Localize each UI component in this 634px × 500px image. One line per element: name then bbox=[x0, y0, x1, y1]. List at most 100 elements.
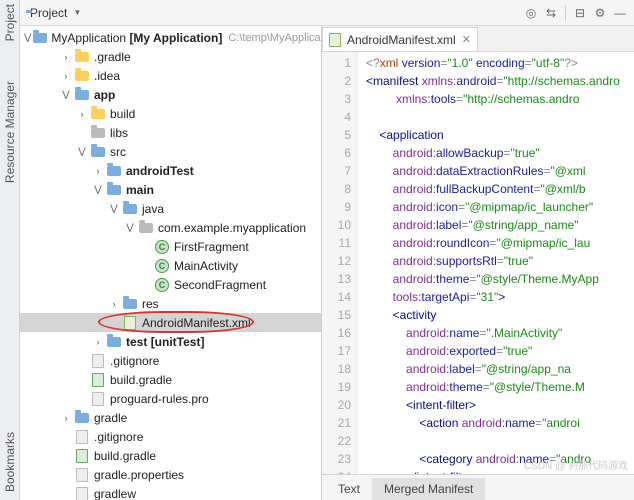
chevron-icon[interactable]: ⋁ bbox=[124, 222, 136, 234]
tree-label: proguard-rules.pro bbox=[110, 392, 209, 406]
tree-node[interactable]: gradle.properties bbox=[20, 465, 321, 484]
tree-node[interactable]: ›gradle bbox=[20, 408, 321, 427]
editor-panel: AndroidManifest.xml ✕ 123456789101112131… bbox=[322, 26, 634, 500]
tree-node[interactable]: build.gradle bbox=[20, 370, 321, 389]
tree-node[interactable]: › build bbox=[20, 104, 321, 123]
tree-node[interactable]: libs bbox=[20, 123, 321, 142]
tree-label: SecondFragment bbox=[174, 278, 266, 292]
close-icon[interactable]: ✕ bbox=[462, 33, 471, 46]
tree-node[interactable]: C FirstFragment bbox=[20, 237, 321, 256]
file-icon bbox=[74, 486, 90, 500]
tree-node[interactable]: › .idea bbox=[20, 66, 321, 85]
tree-label: build.gradle bbox=[110, 373, 172, 387]
rail-resource-manager[interactable]: Resource Manager bbox=[3, 81, 17, 183]
tree-root[interactable]: ⋁MyApplication [My Application]C:\temp\M… bbox=[20, 28, 321, 47]
chevron-icon[interactable]: › bbox=[76, 108, 88, 120]
folder-icon bbox=[106, 334, 122, 350]
tree-label: .idea bbox=[94, 69, 120, 83]
chevron-icon bbox=[76, 355, 88, 367]
chevron-icon[interactable]: ⋁ bbox=[76, 146, 88, 158]
tree-node[interactable]: AndroidManifest.xml bbox=[20, 313, 321, 332]
tree-label: libs bbox=[110, 126, 128, 140]
chevron-icon[interactable]: ⋁ bbox=[92, 184, 104, 196]
tree-node[interactable]: build.gradle bbox=[20, 446, 321, 465]
rail-project[interactable]: Project bbox=[3, 4, 17, 41]
tree-node[interactable]: ⋁ com.example.myapplication bbox=[20, 218, 321, 237]
bottom-tab-text[interactable]: Text bbox=[326, 478, 372, 500]
tree-label: build bbox=[110, 107, 135, 121]
tree-label: gradle.properties bbox=[94, 468, 184, 482]
tree-node[interactable]: ⋁ main bbox=[20, 180, 321, 199]
folder-icon bbox=[138, 220, 154, 236]
tree-label: gradlew bbox=[94, 487, 136, 500]
code-area[interactable]: <?xml version="1.0" encoding="utf-8"?><m… bbox=[358, 52, 634, 474]
split-icon[interactable]: ⊟ bbox=[572, 5, 588, 21]
tree-label: java bbox=[142, 202, 164, 216]
folder-icon bbox=[74, 410, 90, 426]
editor-body[interactable]: 1234567891011121314151617181920212223242… bbox=[322, 52, 634, 474]
tree-node[interactable]: CSecondFragment bbox=[20, 275, 321, 294]
gutter: 1234567891011121314151617181920212223242… bbox=[322, 52, 358, 474]
target-icon[interactable]: ◎ bbox=[523, 5, 539, 21]
tree-label: com.example.myapplication bbox=[158, 221, 306, 235]
tree-label: AndroidManifest.xml bbox=[142, 316, 251, 330]
chevron-icon[interactable]: › bbox=[60, 70, 72, 82]
chevron-icon[interactable]: › bbox=[60, 51, 72, 63]
tree-node[interactable]: ⋁ src bbox=[20, 142, 321, 161]
tree-label: app bbox=[94, 88, 115, 102]
tree-label: build.gradle bbox=[94, 449, 156, 463]
tree-node[interactable]: proguard-rules.pro bbox=[20, 389, 321, 408]
chevron-icon bbox=[76, 393, 88, 405]
class-icon: C bbox=[154, 258, 170, 274]
folder-icon bbox=[74, 49, 90, 65]
tree-label: main bbox=[126, 183, 154, 197]
gear-icon[interactable]: ⚙ bbox=[592, 5, 608, 21]
gradle-icon bbox=[90, 372, 106, 388]
tree-label: androidTest bbox=[126, 164, 194, 178]
watermark: CSDN @ 刹那代码游戏 bbox=[524, 457, 628, 472]
folder-icon bbox=[74, 68, 90, 84]
editor-tab-manifest[interactable]: AndroidManifest.xml ✕ bbox=[322, 27, 478, 51]
chevron-icon bbox=[108, 317, 120, 329]
tree-label: FirstFragment bbox=[174, 240, 249, 254]
tree-label: .gitignore bbox=[110, 354, 159, 368]
xml-icon bbox=[329, 33, 341, 47]
bottom-tab-merged[interactable]: Merged Manifest bbox=[372, 478, 485, 500]
tree-node[interactable]: ›res bbox=[20, 294, 321, 313]
tree-node[interactable]: CMainActivity bbox=[20, 256, 321, 275]
chevron-icon[interactable]: ⋁ bbox=[60, 89, 72, 101]
project-view-selector[interactable]: Project ▼ bbox=[26, 6, 81, 20]
tree-label: src bbox=[110, 145, 126, 159]
expand-icon[interactable]: ⇆ bbox=[543, 5, 559, 21]
chevron-icon bbox=[60, 488, 72, 500]
tree-node[interactable]: › androidTest bbox=[20, 161, 321, 180]
tree-node[interactable]: ›.gradle bbox=[20, 47, 321, 66]
hide-icon[interactable]: — bbox=[612, 5, 628, 21]
folder-icon bbox=[106, 182, 122, 198]
file-icon bbox=[74, 467, 90, 483]
chevron-icon[interactable]: › bbox=[92, 336, 104, 348]
chevron-icon[interactable]: › bbox=[108, 298, 120, 310]
project-tree-panel[interactable]: ⋁MyApplication [My Application]C:\temp\M… bbox=[20, 26, 322, 500]
tree-label: test [unitTest] bbox=[126, 335, 204, 349]
chevron-icon bbox=[140, 241, 152, 253]
folder-icon bbox=[122, 296, 138, 312]
class-icon: C bbox=[154, 239, 170, 255]
folder-icon bbox=[122, 201, 138, 217]
tree-node[interactable]: ⋁ java bbox=[20, 199, 321, 218]
rail-bookmarks[interactable]: Bookmarks bbox=[3, 432, 17, 492]
tree-node[interactable]: .gitignore bbox=[20, 351, 321, 370]
tree-node[interactable]: ⋁ app bbox=[20, 85, 321, 104]
chevron-icon[interactable]: ⋁ bbox=[108, 203, 120, 215]
folder-icon bbox=[106, 163, 122, 179]
chevron-icon[interactable]: ⋁ bbox=[24, 32, 31, 44]
chevron-icon[interactable]: › bbox=[92, 165, 104, 177]
tree-node[interactable]: › test [unitTest] bbox=[20, 332, 321, 351]
project-toolbar: Project ▼ ◎ ⇆ ⊟ ⚙ — bbox=[20, 0, 634, 26]
tree-path: C:\temp\MyApplication bbox=[228, 32, 322, 44]
tree-node[interactable]: .gitignore bbox=[20, 427, 321, 446]
chevron-icon[interactable]: › bbox=[60, 412, 72, 424]
tree-node[interactable]: gradlew bbox=[20, 484, 321, 500]
gradle-icon bbox=[74, 448, 90, 464]
chevron-icon bbox=[76, 127, 88, 139]
